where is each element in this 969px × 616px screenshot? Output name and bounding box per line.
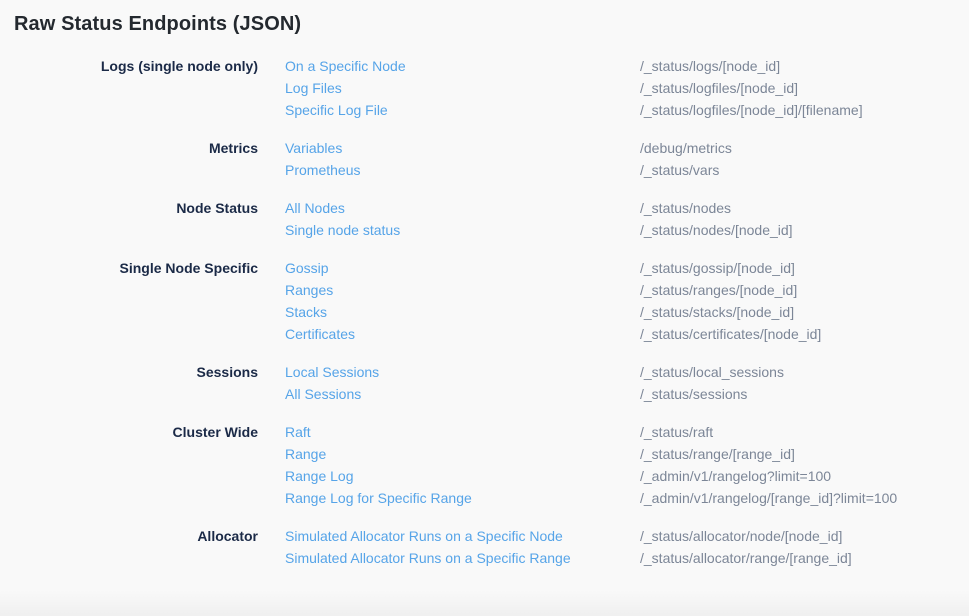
endpoint-section: Sessions Local SessionsAll Sessions /_st… xyxy=(0,361,969,405)
endpoint-paths-column: /_status/logs/[node_id]/_status/logfiles… xyxy=(640,55,969,121)
endpoint-path: /_status/stacks/[node_id] xyxy=(640,301,969,323)
endpoint-link[interactable]: Gossip xyxy=(285,257,640,279)
endpoint-path: /_status/range/[range_id] xyxy=(640,443,969,465)
endpoint-links-column: On a Specific NodeLog FilesSpecific Log … xyxy=(285,55,640,121)
endpoint-links-column: RaftRangeRange LogRange Log for Specific… xyxy=(285,421,640,509)
endpoint-path: /_status/allocator/range/[range_id] xyxy=(640,547,969,569)
endpoint-path: /_admin/v1/rangelog?limit=100 xyxy=(640,465,969,487)
endpoint-links-column: VariablesPrometheus xyxy=(285,137,640,181)
endpoint-path: /_status/raft xyxy=(640,421,969,443)
section-category-label: Single Node Specific xyxy=(0,257,285,345)
endpoint-link[interactable]: Ranges xyxy=(285,279,640,301)
endpoint-link[interactable]: Prometheus xyxy=(285,159,640,181)
endpoint-link[interactable]: All Nodes xyxy=(285,197,640,219)
endpoint-section: Allocator Simulated Allocator Runs on a … xyxy=(0,525,969,569)
endpoint-path: /_status/gossip/[node_id] xyxy=(640,257,969,279)
endpoint-path: /_status/logfiles/[node_id]/[filename] xyxy=(640,99,969,121)
endpoint-link[interactable]: Raft xyxy=(285,421,640,443)
endpoint-path: /_status/logfiles/[node_id] xyxy=(640,77,969,99)
endpoints-table: Logs (single node only) On a Specific No… xyxy=(0,55,969,569)
endpoint-path: /_status/ranges/[node_id] xyxy=(640,279,969,301)
section-category-label: Sessions xyxy=(0,361,285,405)
section-category-label: Allocator xyxy=(0,525,285,569)
endpoint-link[interactable]: Simulated Allocator Runs on a Specific N… xyxy=(285,525,640,547)
endpoint-link[interactable]: Simulated Allocator Runs on a Specific R… xyxy=(285,547,640,569)
endpoint-section: Single Node Specific GossipRangesStacksC… xyxy=(0,257,969,345)
endpoint-link[interactable]: Stacks xyxy=(285,301,640,323)
section-category-label: Metrics xyxy=(0,137,285,181)
endpoint-paths-column: /_status/allocator/node/[node_id]/_statu… xyxy=(640,525,969,569)
endpoint-path: /_status/sessions xyxy=(640,383,969,405)
endpoint-link[interactable]: Range Log for Specific Range xyxy=(285,487,640,509)
endpoint-links-column: All NodesSingle node status xyxy=(285,197,640,241)
endpoint-paths-column: /debug/metrics/_status/vars xyxy=(640,137,969,181)
endpoint-paths-column: /_status/raft/_status/range/[range_id]/_… xyxy=(640,421,969,509)
endpoint-links-column: GossipRangesStacksCertificates xyxy=(285,257,640,345)
endpoint-link[interactable]: Range xyxy=(285,443,640,465)
endpoint-path: /_status/local_sessions xyxy=(640,361,969,383)
endpoint-link[interactable]: Variables xyxy=(285,137,640,159)
endpoint-path: /_admin/v1/rangelog/[range_id]?limit=100 xyxy=(640,487,969,509)
endpoint-section: Metrics VariablesPrometheus /debug/metri… xyxy=(0,137,969,181)
page-bottom-shade xyxy=(0,590,969,616)
endpoint-link[interactable]: All Sessions xyxy=(285,383,640,405)
endpoint-path: /_status/vars xyxy=(640,159,969,181)
endpoint-path: /_status/logs/[node_id] xyxy=(640,55,969,77)
endpoint-link[interactable]: Certificates xyxy=(285,323,640,345)
endpoint-link[interactable]: Log Files xyxy=(285,77,640,99)
section-category-label: Cluster Wide xyxy=(0,421,285,509)
endpoint-link[interactable]: Single node status xyxy=(285,219,640,241)
endpoint-link[interactable]: Local Sessions xyxy=(285,361,640,383)
endpoint-path: /_status/nodes xyxy=(640,197,969,219)
endpoint-path: /_status/allocator/node/[node_id] xyxy=(640,525,969,547)
raw-status-endpoints-page: Raw Status Endpoints (JSON) Logs (single… xyxy=(0,13,969,616)
endpoint-link[interactable]: Specific Log File xyxy=(285,99,640,121)
endpoint-path: /_status/nodes/[node_id] xyxy=(640,219,969,241)
endpoint-links-column: Local SessionsAll Sessions xyxy=(285,361,640,405)
page-title: Raw Status Endpoints (JSON) xyxy=(14,13,969,36)
endpoint-paths-column: /_status/gossip/[node_id]/_status/ranges… xyxy=(640,257,969,345)
endpoint-section: Node Status All NodesSingle node status … xyxy=(0,197,969,241)
section-category-label: Node Status xyxy=(0,197,285,241)
section-category-label: Logs (single node only) xyxy=(0,55,285,121)
endpoint-path: /_status/certificates/[node_id] xyxy=(640,323,969,345)
endpoint-paths-column: /_status/nodes/_status/nodes/[node_id] xyxy=(640,197,969,241)
endpoint-path: /debug/metrics xyxy=(640,137,969,159)
endpoint-section: Logs (single node only) On a Specific No… xyxy=(0,55,969,121)
endpoint-link[interactable]: On a Specific Node xyxy=(285,55,640,77)
endpoint-section: Cluster Wide RaftRangeRange LogRange Log… xyxy=(0,421,969,509)
endpoint-links-column: Simulated Allocator Runs on a Specific N… xyxy=(285,525,640,569)
endpoint-link[interactable]: Range Log xyxy=(285,465,640,487)
endpoint-paths-column: /_status/local_sessions/_status/sessions xyxy=(640,361,969,405)
